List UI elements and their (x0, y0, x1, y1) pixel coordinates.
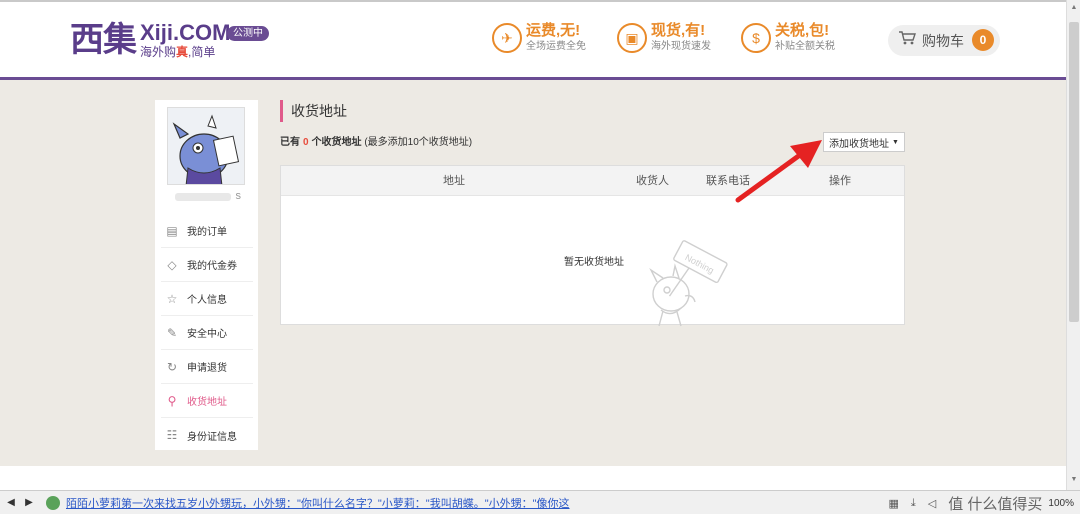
sidebar-nav: ▤ 我的订单 ◇ 我的代金券 ☆ 个人信息 ✎ 安全中心 ↻ 申请退货 ⚲ 收货… (161, 214, 253, 452)
caret-down-icon: ▼ (892, 138, 899, 146)
cart-icon (898, 30, 918, 51)
beta-badge: 公测中 (227, 26, 269, 41)
column-header-recipient: 收货人 (636, 175, 669, 187)
slogan-highlight: 真 (176, 45, 189, 59)
sidebar-item-label: 身份证信息 (187, 431, 237, 443)
sidebar-item-security[interactable]: ✎ 安全中心 (161, 316, 253, 350)
add-address-label: 添加收货地址 (829, 138, 890, 150)
coupon-icon: ◇ (167, 257, 177, 272)
news-ticker-link[interactable]: 陌陌小萝莉第一次来找五岁小外甥玩，小外甥："你叫什么名字？"小萝莉："我叫胡蝶。… (66, 495, 570, 511)
location-icon: ⚲ (167, 393, 177, 408)
empty-state-text: 暂无收货地址 (564, 257, 624, 268)
mascot-sign-text: Nothing (683, 252, 715, 275)
sidebar-item-returns[interactable]: ↻ 申请退货 (161, 350, 253, 384)
vertical-scrollbar[interactable]: ▲ ▼ (1066, 0, 1080, 490)
sidebar-item-label: 我的订单 (187, 227, 227, 238)
cart-label: 购物车 (922, 32, 964, 49)
promo-title: 关税,包! (775, 22, 830, 39)
money-bag-icon: $ (741, 23, 771, 53)
logo-right: Xiji.COM 海外购真,简单 (140, 20, 231, 60)
logo-english: Xiji.COM (140, 20, 231, 45)
edit-icon: ✎ (166, 325, 178, 340)
browser-status-bar: ◀ ▶ 陌陌小萝莉第一次来找五岁小外甥玩，小外甥："你叫什么名字？"小萝莉："我… (0, 490, 1080, 514)
next-arrow-icon[interactable]: ▶ (22, 497, 36, 508)
avatar[interactable] (167, 107, 245, 185)
id-card-icon: ☷ (166, 428, 178, 442)
sidebar-item-label: 安全中心 (187, 329, 227, 340)
summary-prefix: 已有 (280, 137, 300, 148)
cart-button[interactable]: 购物车 0 (888, 25, 1000, 56)
gift-icon: ▣ (617, 23, 647, 53)
column-header-address: 地址 (443, 175, 465, 187)
logo-chinese: 西集 (70, 20, 137, 60)
promo-title: 运费,无! (526, 22, 581, 39)
red-arrow-annotation (735, 140, 822, 203)
promo-subtitle: 海外现货速发 (651, 41, 711, 52)
promo-text: 关税,包! 补贴全额关税 (775, 22, 835, 54)
volume-icon[interactable]: ◁ (928, 497, 936, 510)
logo-slogan: 海外购真,简单 (140, 45, 230, 59)
promo-subtitle: 补贴全额关税 (775, 41, 835, 52)
sidebar-item-orders[interactable]: ▤ 我的订单 (161, 214, 253, 248)
star-icon: ☆ (166, 291, 178, 306)
zoom-level[interactable]: 100% (1048, 498, 1074, 509)
scroll-up-arrow-icon[interactable]: ▲ (1067, 4, 1080, 11)
slogan-suffix: ,简单 (188, 45, 216, 59)
promo-text: 现货,有! 海外现货速发 (651, 22, 711, 54)
address-summary: 已有 0 个收货地址 (最多添加10个收货地址) (280, 133, 472, 148)
account-sidebar: s ▤ 我的订单 ◇ 我的代金券 ☆ 个人信息 ✎ 安全中心 ↻ 申请退货 ⚲ … (155, 100, 258, 450)
username: s (235, 190, 242, 202)
promo-tax: $ 关税,包! 补贴全额关税 (741, 22, 835, 54)
status-bar-right: ▦ ⤓ ◁ 值 什么值得买 100% (883, 491, 1080, 514)
add-address-button[interactable]: 添加收货地址 ▼ (823, 132, 905, 152)
order-icon: ▤ (166, 223, 178, 238)
sidebar-item-id-info[interactable]: ☷ 身份证信息 (161, 418, 253, 452)
site-logo[interactable]: 西集 Xiji.COM 海外购真,简单 (70, 20, 231, 60)
promo-text: 运费,无! 全场运费全免 (526, 22, 586, 54)
site-header: 西集 Xiji.COM 海外购真,简单 公测中 ✈ 运费,无! 全场运费全免 ▣… (0, 0, 1066, 80)
promo-in-stock: ▣ 现货,有! 海外现货速发 (617, 22, 711, 54)
sidebar-item-coupons[interactable]: ◇ 我的代金券 (161, 248, 253, 282)
sidebar-item-profile[interactable]: ☆ 个人信息 (161, 282, 253, 316)
prev-arrow-icon[interactable]: ◀ (4, 497, 18, 508)
promo-title: 现货,有! (651, 22, 706, 39)
slogan-prefix: 海外购 (140, 45, 177, 59)
download-icon[interactable]: ⤓ (911, 497, 916, 510)
promo-subtitle: 全场运费全免 (526, 41, 586, 52)
summary-note: (最多添加10个收货地址) (364, 137, 473, 148)
chart-icon[interactable]: ▦ (889, 497, 899, 510)
sidebar-item-label: 个人信息 (187, 295, 227, 306)
summary-mid: 个收货地址 (311, 137, 362, 148)
watermark-text: 值 什么值得买 (948, 495, 1043, 513)
refresh-icon: ↻ (166, 359, 178, 374)
promo-free-shipping: ✈ 运费,无! 全场运费全免 (492, 22, 586, 54)
page-title: 收货地址 (280, 100, 347, 122)
page-footer-strip (0, 466, 1066, 490)
sidebar-item-label: 收货地址 (187, 397, 227, 408)
cart-count-badge: 0 (972, 29, 994, 51)
top-line (0, 0, 1066, 2)
scroll-thumb[interactable] (1069, 22, 1079, 322)
sidebar-item-addresses[interactable]: ⚲ 收货地址 (161, 384, 253, 418)
empty-mascot-illustration: Nothing (649, 240, 728, 327)
address-count: 0 (303, 137, 309, 148)
news-globe-icon (46, 495, 60, 510)
scroll-down-arrow-icon[interactable]: ▼ (1067, 476, 1080, 483)
sidebar-item-label: 申请退货 (187, 363, 227, 374)
column-header-actions: 操作 (829, 175, 851, 187)
plane-icon: ✈ (492, 23, 522, 53)
sidebar-item-label: 我的代金券 (187, 261, 237, 272)
